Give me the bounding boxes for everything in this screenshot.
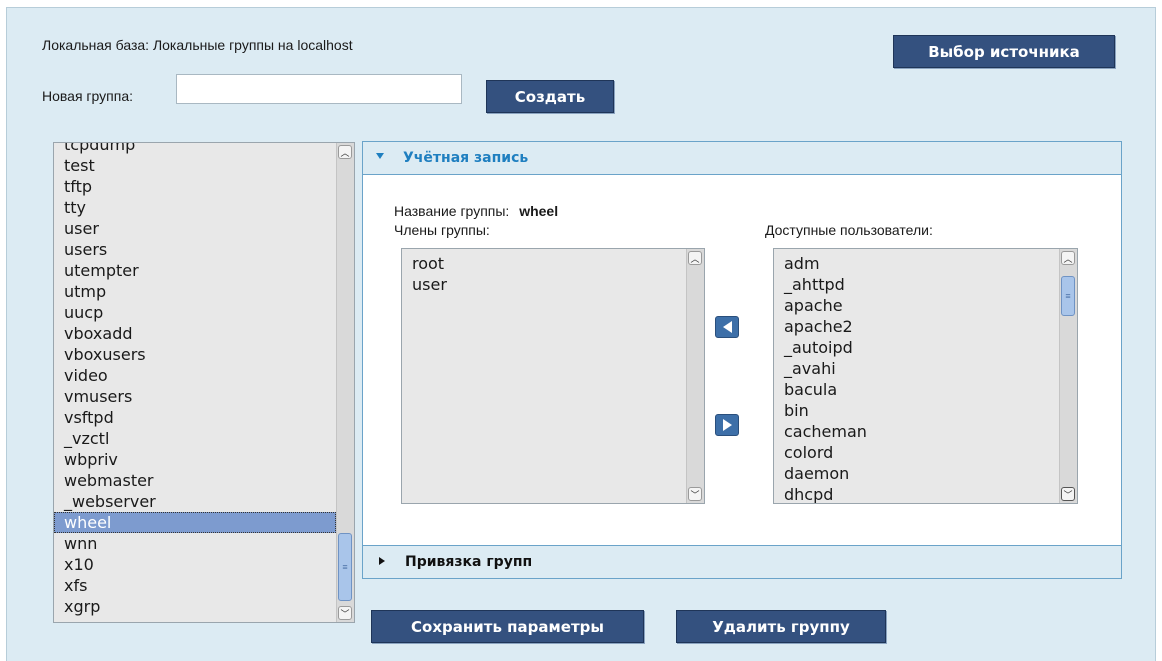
new-group-input[interactable]: [176, 74, 462, 104]
list-item[interactable]: users: [54, 239, 336, 260]
groups-list-items: tcpdump test tftp tty user users utempter utmp…: [54, 143, 336, 622]
scroll-thumb[interactable]: ≡: [338, 533, 352, 601]
scroll-down-icon[interactable]: ﹀: [338, 606, 352, 620]
list-item[interactable]: vsftpd: [54, 407, 336, 428]
list-item[interactable]: video: [54, 365, 336, 386]
list-item[interactable]: _webserver: [54, 491, 336, 512]
group-name-caption: Название группы:: [394, 203, 510, 219]
list-item[interactable]: wnn: [54, 533, 336, 554]
caret-down-icon: [376, 153, 384, 159]
account-section-title: Учётная запись: [403, 150, 529, 166]
list-item[interactable]: tty: [54, 197, 336, 218]
group-name-label: Название группы: wheel: [394, 203, 558, 219]
list-item[interactable]: webmaster: [54, 470, 336, 491]
list-item[interactable]: _ahttpd: [774, 274, 1059, 295]
group-name-value: wheel: [519, 203, 559, 219]
new-group-label: Новая группа:: [42, 88, 134, 104]
groups-scrollbar[interactable]: ︿ ≡ ﹀: [336, 143, 354, 622]
binding-section-header[interactable]: Привязка групп: [363, 545, 1121, 578]
select-source-button[interactable]: Выбор источника: [893, 35, 1115, 68]
list-item[interactable]: wheel: [54, 512, 336, 533]
available-users-label: Доступные пользователи:: [765, 222, 933, 238]
list-item[interactable]: bin: [774, 400, 1059, 421]
list-item[interactable]: xfs: [54, 575, 336, 596]
members-list[interactable]: root user ︿ ﹀: [401, 248, 705, 504]
scroll-up-icon[interactable]: ︿: [688, 251, 702, 265]
list-item[interactable]: wbpriv: [54, 449, 336, 470]
delete-group-button[interactable]: Удалить группу: [676, 610, 886, 643]
available-scrollbar[interactable]: ︿ ≡ ﹀: [1059, 249, 1077, 503]
scroll-down-icon[interactable]: ﹀: [688, 487, 702, 501]
list-item[interactable]: xgrp: [54, 596, 336, 617]
list-item[interactable]: bacula: [774, 379, 1059, 400]
list-item[interactable]: user: [54, 218, 336, 239]
scroll-down-icon[interactable]: ﹀: [1061, 487, 1075, 501]
location-label: Локальная база: Локальные группы на loca…: [42, 37, 353, 53]
list-item[interactable]: colord: [774, 442, 1059, 463]
list-item[interactable]: user: [402, 274, 686, 295]
list-item[interactable]: x10: [54, 554, 336, 575]
list-item[interactable]: adm: [774, 253, 1059, 274]
arrow-left-icon: [722, 321, 732, 333]
groups-list[interactable]: tcpdump test tftp tty user users utempter utmp…: [53, 142, 355, 623]
remove-member-button[interactable]: [715, 414, 739, 436]
list-item[interactable]: _avahi: [774, 358, 1059, 379]
caret-right-icon: [379, 557, 385, 565]
list-item[interactable]: tcpdump: [54, 143, 135, 155]
account-section-header[interactable]: Учётная запись: [363, 142, 1121, 175]
group-details-panel: Учётная запись Название группы: wheel Чл…: [362, 141, 1122, 579]
members-scrollbar[interactable]: ︿ ﹀: [686, 249, 704, 503]
binding-section-title: Привязка групп: [405, 554, 533, 570]
list-item[interactable]: apache: [774, 295, 1059, 316]
list-item[interactable]: dhcpd: [774, 484, 1059, 503]
members-list-items: root user: [402, 249, 686, 503]
create-button[interactable]: Создать: [486, 80, 614, 113]
list-item[interactable]: daemon: [774, 463, 1059, 484]
scroll-thumb[interactable]: ≡: [1061, 276, 1075, 316]
list-item[interactable]: vboxusers: [54, 344, 336, 365]
add-member-button[interactable]: [715, 316, 739, 338]
scroll-up-icon[interactable]: ︿: [1061, 251, 1075, 265]
list-item[interactable]: vboxadd: [54, 323, 336, 344]
list-item[interactable]: utmp: [54, 281, 336, 302]
list-item[interactable]: root: [402, 253, 686, 274]
list-item[interactable]: apache2: [774, 316, 1059, 337]
list-item[interactable]: uucp: [54, 302, 336, 323]
list-item[interactable]: cacheman: [774, 421, 1059, 442]
available-users-items: adm _ahttpd apache apache2 _autoipd _avahi bac…: [774, 249, 1059, 503]
available-users-list[interactable]: adm _ahttpd apache apache2 _autoipd _avahi bac…: [773, 248, 1078, 504]
list-item[interactable]: _vzctl: [54, 428, 336, 449]
list-item[interactable]: test: [54, 155, 336, 176]
save-settings-button[interactable]: Сохранить параметры: [371, 610, 644, 643]
list-item[interactable]: vmusers: [54, 386, 336, 407]
list-item[interactable]: tftp: [54, 176, 336, 197]
arrow-right-icon: [722, 419, 732, 431]
members-label: Члены группы:: [394, 222, 490, 238]
list-item[interactable]: utempter: [54, 260, 336, 281]
scroll-up-icon[interactable]: ︿: [338, 145, 352, 159]
list-item[interactable]: _autoipd: [774, 337, 1059, 358]
